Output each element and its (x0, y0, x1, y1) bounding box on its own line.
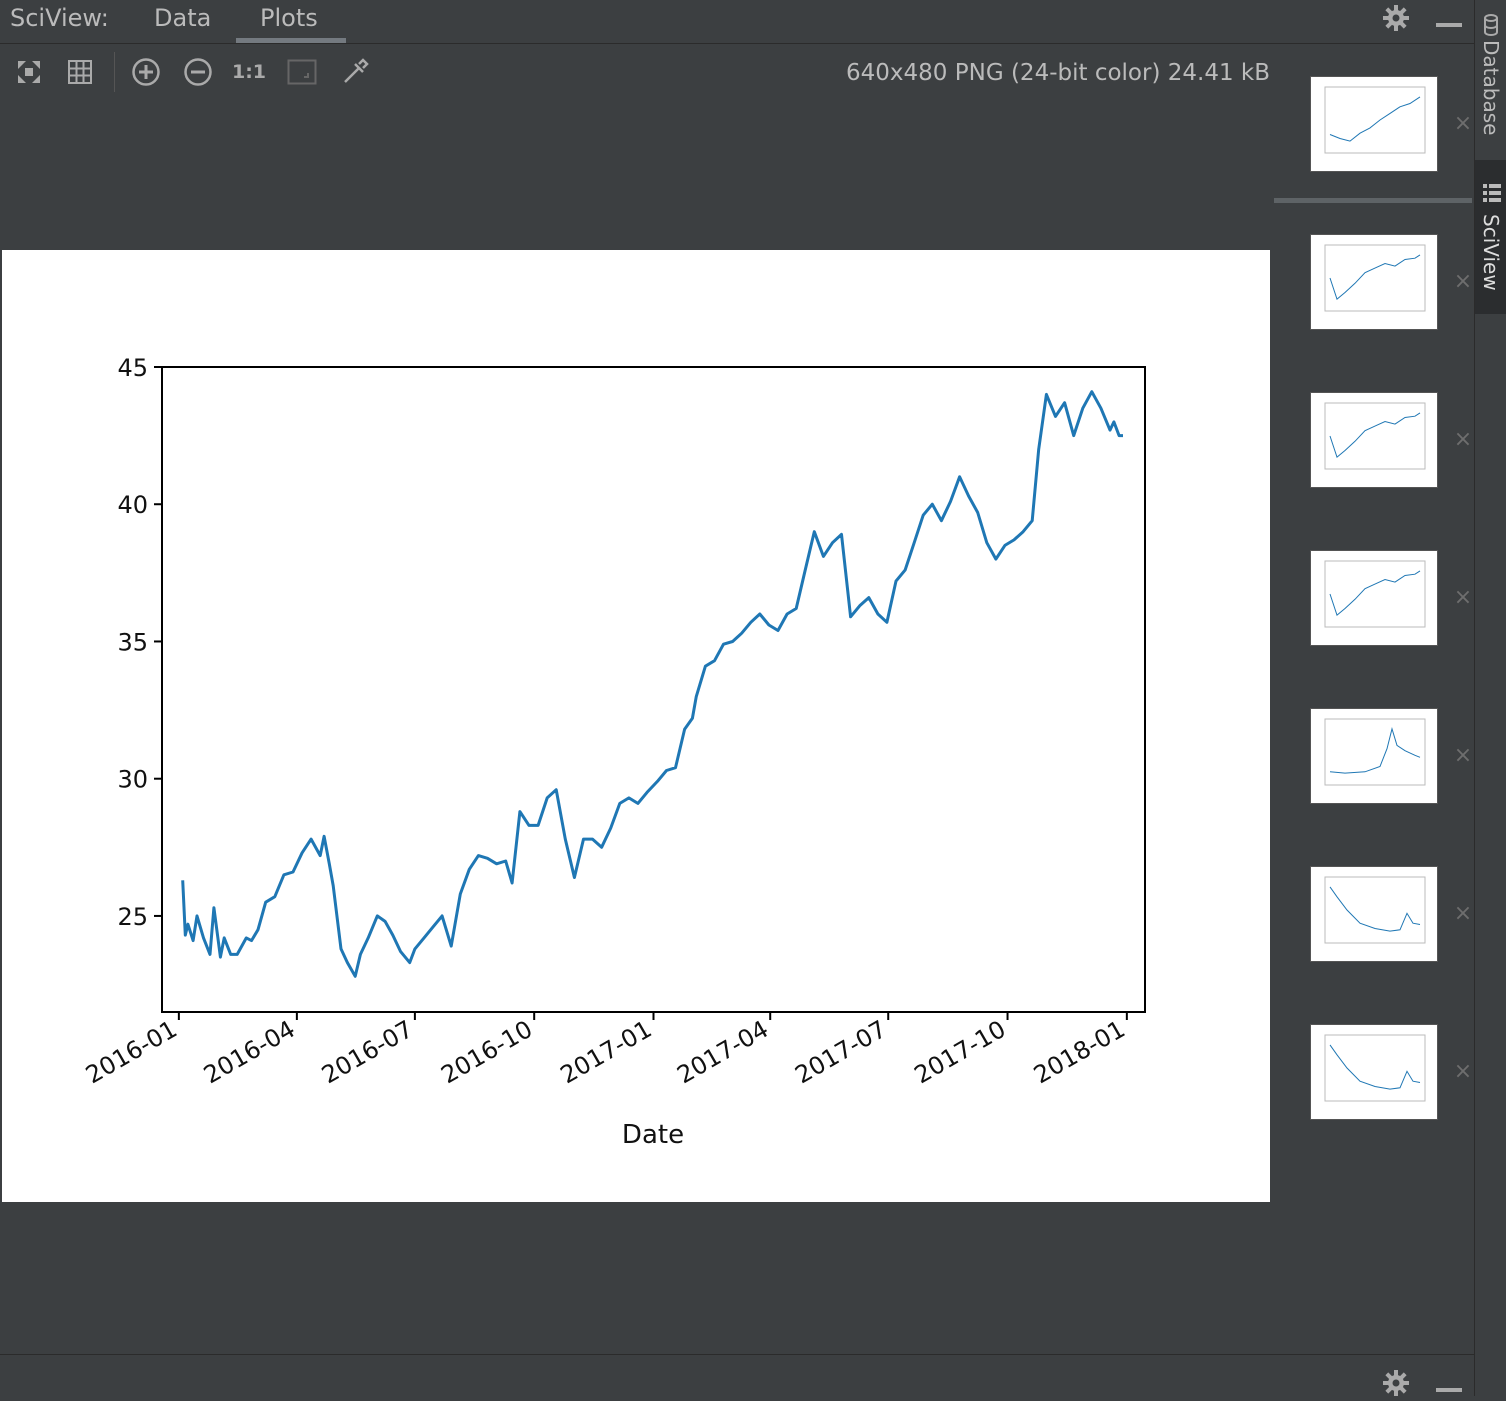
side-tab-database-label: Database (1479, 40, 1503, 136)
image-info-text: 640x480 PNG (24-bit color) 24.41 kB (846, 60, 1270, 86)
close-icon[interactable]: × (1452, 1061, 1474, 1083)
thumbnail-chart (1324, 1034, 1426, 1102)
thumbnail-chart (1324, 86, 1426, 154)
x-tick-label: 2016-10 (436, 1015, 537, 1089)
thumbnail-chart (1324, 560, 1426, 628)
thumbnail-chart (1324, 718, 1426, 786)
x-tick-label: 2016-04 (199, 1015, 300, 1089)
toolbar-separator (114, 52, 115, 92)
x-tick-label: 2018-01 (1029, 1015, 1130, 1089)
thumbnail-frame (1324, 876, 1426, 944)
database-icon (1483, 14, 1499, 40)
thumbnail-frame (1324, 86, 1426, 154)
plot-thumbnail[interactable] (1310, 392, 1438, 488)
plot-thumbnail[interactable] (1310, 1024, 1438, 1120)
thumbnail-frame (1324, 560, 1426, 628)
side-tab-sciview[interactable]: SciView (1475, 160, 1506, 314)
thumbnail-line (1329, 96, 1421, 142)
sciview-title: SciView: (10, 4, 109, 32)
x-tick-label: 2017-07 (790, 1015, 891, 1089)
actual-size-icon[interactable]: 1:1 (232, 57, 266, 87)
x-tick-label: 2016-07 (317, 1015, 418, 1089)
close-icon[interactable]: × (1452, 903, 1474, 925)
fit-zoom-icon[interactable] (14, 57, 44, 87)
plot-image: 25 30 35 40 45 2016-01 2016-04 2016-07 2016-10 2… (2, 250, 1270, 1202)
minimize-icon[interactable] (1436, 14, 1462, 33)
plot-thumbnail[interactable] (1310, 708, 1438, 804)
thumbnail-chart (1324, 402, 1426, 470)
zoom-in-icon[interactable] (131, 57, 161, 87)
side-tab-sciview-label: SciView (1479, 214, 1503, 291)
plot-thumbnail-strip: × × × × × × × (1274, 44, 1474, 1354)
thumbnail-frame (1324, 244, 1426, 312)
side-tab-database[interactable]: Database (1475, 8, 1506, 148)
thumbnail-line (1329, 886, 1421, 932)
thumbnail-chart (1324, 876, 1426, 944)
close-icon[interactable]: × (1452, 271, 1474, 293)
x-axis-label: Date (622, 1120, 684, 1150)
x-axis: 2016-01 2016-04 2016-07 2016-10 2017-01 2017-… (81, 1012, 1130, 1089)
plot-thumbnail[interactable] (1310, 550, 1438, 646)
thumbnail-frame (1324, 718, 1426, 786)
plot-thumbnail[interactable] (1310, 234, 1438, 330)
line-chart: 25 30 35 40 45 2016-01 2016-04 2016-07 2016-10 2… (81, 354, 1146, 1150)
thumbnail-line (1329, 727, 1421, 774)
plot-thumbnail[interactable] (1310, 76, 1438, 172)
y-tick-label: 40 (117, 491, 148, 519)
fit-window-icon[interactable] (287, 57, 317, 87)
gear-icon[interactable] (1382, 1369, 1410, 1401)
y-tick-label: 35 (117, 628, 148, 656)
bottom-bar (0, 1354, 1474, 1396)
grid-icon[interactable] (65, 57, 95, 87)
active-tab-indicator (236, 38, 346, 43)
thumbnail-frame (1324, 1034, 1426, 1102)
color-picker-icon[interactable] (340, 57, 370, 87)
thumbnail-line (1329, 254, 1421, 300)
thumbnail-line (1329, 570, 1421, 616)
x-tick-label: 2017-10 (910, 1015, 1011, 1089)
close-icon[interactable]: × (1452, 587, 1474, 609)
x-tick-label: 2017-01 (556, 1015, 657, 1089)
zoom-out-icon[interactable] (183, 57, 213, 87)
close-icon[interactable]: × (1452, 745, 1474, 767)
thumbnail-line (1329, 1044, 1421, 1090)
price-series-line (181, 390, 1123, 978)
x-tick-label: 2017-04 (672, 1015, 773, 1089)
close-icon[interactable]: × (1452, 113, 1474, 135)
thumbnail-frame (1324, 402, 1426, 470)
x-tick-label: 2016-01 (81, 1015, 182, 1089)
sciview-header: SciView: Data Plots (0, 0, 1474, 44)
tab-plots[interactable]: Plots (260, 4, 318, 32)
thumbnail-chart (1324, 244, 1426, 312)
y-tick-label: 30 (117, 766, 148, 794)
y-tick-label: 25 (117, 903, 148, 931)
minimize-icon[interactable] (1436, 1379, 1462, 1398)
plot-axes-frame (161, 366, 1146, 1013)
plot-thumbnail[interactable] (1310, 866, 1438, 962)
gear-icon[interactable] (1382, 4, 1410, 36)
thumbnail-selection-divider (1274, 198, 1472, 203)
sciview-icon (1483, 184, 1501, 206)
tab-data[interactable]: Data (154, 4, 211, 32)
y-axis: 25 30 35 40 45 (117, 354, 162, 931)
tool-window-strip: Database SciView (1474, 0, 1506, 1396)
close-icon[interactable]: × (1452, 429, 1474, 451)
plot-toolbar: 1:1 640x480 PNG (24-bit color) 24.41 kB (0, 44, 1280, 100)
thumbnail-line (1329, 412, 1421, 458)
y-tick-label: 45 (117, 354, 148, 382)
